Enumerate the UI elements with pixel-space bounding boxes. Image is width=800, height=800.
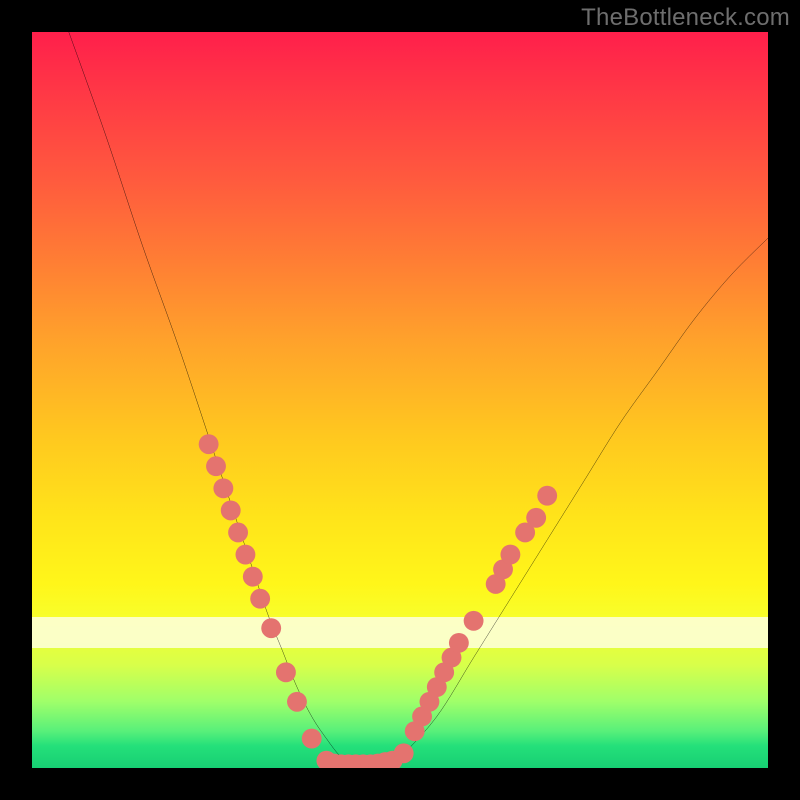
data-point [276, 662, 296, 682]
data-point [526, 508, 546, 528]
watermark-text: TheBottleneck.com [581, 4, 790, 32]
curve-group [69, 32, 768, 765]
data-point [199, 434, 219, 454]
data-point [261, 618, 281, 638]
data-point [243, 567, 263, 587]
data-point [250, 589, 270, 609]
bottleneck-line [69, 32, 768, 765]
data-point [287, 692, 307, 712]
data-point [236, 545, 256, 565]
data-point [500, 545, 520, 565]
marker-layer [199, 434, 557, 768]
data-point [221, 500, 241, 520]
data-point [302, 729, 322, 749]
data-point [464, 611, 484, 631]
data-point [206, 456, 226, 476]
plot-area [32, 32, 768, 768]
chart-svg [32, 32, 768, 768]
data-point [449, 633, 469, 653]
data-point [213, 478, 233, 498]
data-point [537, 486, 557, 506]
chart-frame: TheBottleneck.com [0, 0, 800, 800]
data-point [228, 523, 248, 543]
data-point [394, 743, 414, 763]
